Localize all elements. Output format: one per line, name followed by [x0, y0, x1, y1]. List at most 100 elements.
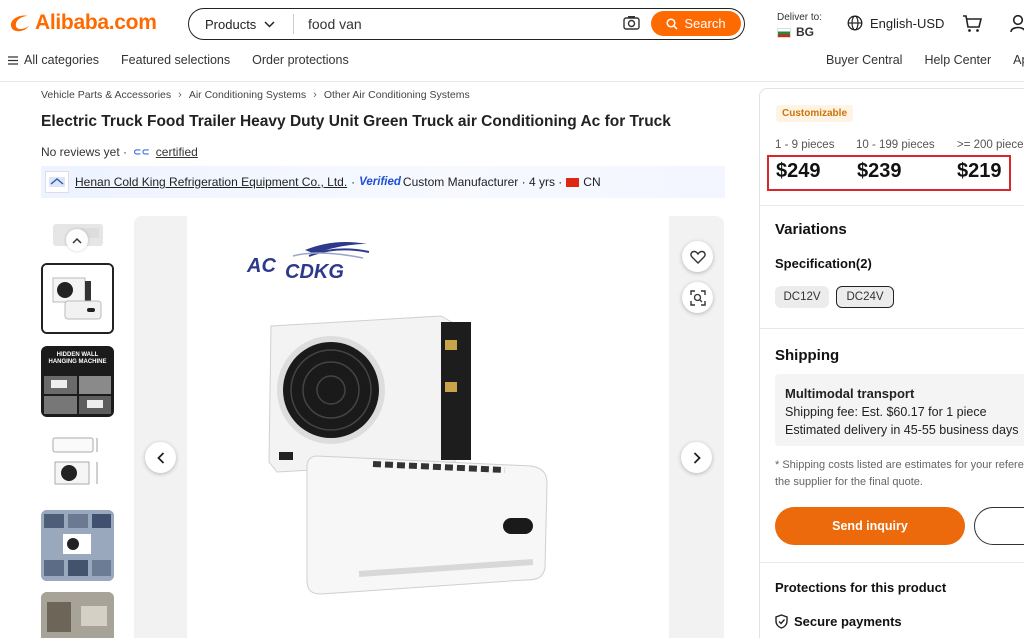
top-header: Alibaba.com Products Search Deliver to: …: [0, 0, 1024, 82]
supplier-name-link[interactable]: Henan Cold King Refrigeration Equipment …: [75, 175, 347, 189]
shipping-note-line: * Shipping costs listed are estimates fo…: [775, 459, 1024, 471]
thumbnail-image[interactable]: [41, 428, 114, 499]
divider: [760, 205, 1024, 206]
shipping-info-box[interactable]: Multimodal transport Shipping fee: Est. …: [775, 374, 1024, 446]
favorite-button[interactable]: [682, 241, 713, 272]
ac-dimensions-image: [52, 437, 98, 485]
previous-image-button[interactable]: [145, 442, 176, 473]
chevron-right-icon: [693, 451, 701, 464]
nav-label: Featured selections: [121, 53, 231, 67]
air-conditioner-image: [268, 315, 548, 595]
shipping-method: Multimodal transport: [785, 386, 915, 401]
search-button[interactable]: Search: [651, 11, 741, 36]
tier-price: $239: [857, 160, 902, 182]
shield-check-icon: [775, 614, 788, 629]
deliver-to[interactable]: Deliver to: BG: [777, 11, 822, 39]
breadcrumb-item[interactable]: Vehicle Parts & Accessories: [41, 89, 171, 101]
variations-title: Variations: [775, 221, 847, 238]
breadcrumb: Vehicle Parts & Accessories › Air Condit…: [41, 89, 470, 101]
user-account-icon[interactable]: [1010, 14, 1024, 33]
shipping-note: * Shipping costs listed are estimates fo…: [775, 457, 1024, 491]
customizable-badge: Customizable: [776, 105, 854, 122]
chat-now-button[interactable]: [974, 507, 1024, 545]
language-currency-selector[interactable]: English-USD: [847, 15, 944, 31]
supplier-type: Custom Manufacturer · 4 yrs ·: [402, 175, 563, 189]
nav-buyer-central[interactable]: Buyer Central: [826, 53, 902, 67]
nav-app[interactable]: App: [1013, 53, 1024, 67]
divider: [760, 562, 1024, 563]
brand-text-ac: AC: [246, 255, 276, 277]
nav-all-categories[interactable]: All categories: [8, 53, 99, 67]
shipping-title: Shipping: [775, 347, 840, 364]
camera-search-icon[interactable]: [623, 15, 640, 31]
shipping-note-line: the supplier for the final quote.: [775, 476, 923, 488]
deliver-country: BG: [796, 25, 814, 39]
main-image-canvas: AC CDKG: [187, 216, 669, 638]
alibaba-logo-icon: [10, 15, 29, 32]
supplier-separator: ·: [351, 175, 356, 189]
chevron-up-icon: [72, 237, 82, 244]
search-category-select[interactable]: Products: [189, 9, 293, 39]
product-title: Electric Truck Food Trailer Heavy Duty U…: [41, 113, 671, 130]
secure-payments-row[interactable]: Secure payments: [775, 614, 902, 629]
nav-featured-selections[interactable]: Featured selections: [121, 53, 230, 67]
thumbnail-strip: HIDDEN WALL HANGING MACHINE: [41, 216, 115, 638]
tier-quantity: 1 - 9 pieces: [775, 139, 835, 151]
search-icon: [666, 17, 678, 30]
chevron-down-icon: [264, 20, 275, 28]
image-search-button[interactable]: [682, 282, 713, 313]
breadcrumb-item[interactable]: Air Conditioning Systems: [189, 89, 306, 101]
nav-help-center[interactable]: Help Center: [924, 53, 991, 67]
nav-label: All categories: [24, 53, 100, 67]
tier-quantity: >= 200 pieces: [957, 139, 1024, 151]
review-summary: No reviews yet · ⊂⊂ certified: [41, 145, 198, 159]
main-product-image: AC CDKG: [134, 216, 724, 638]
language-label: English-USD: [870, 15, 945, 31]
tier-price: $249: [776, 160, 821, 182]
globe-icon: [847, 15, 863, 31]
cdkg-brand-logo: AC CDKG: [246, 242, 370, 283]
logo-text: Alibaba.com: [35, 11, 157, 34]
reviews-text: No reviews yet ·: [41, 145, 128, 159]
scan-icon: [689, 289, 706, 306]
search-input[interactable]: [308, 16, 608, 32]
brand-text-cdkg: CDKG: [285, 261, 344, 283]
divider: [760, 328, 1024, 329]
chevron-right-icon: ›: [313, 89, 317, 101]
workshop-image: [41, 592, 114, 638]
thumbnail-image[interactable]: [41, 592, 114, 638]
spec-option-dc12v[interactable]: DC12V: [775, 286, 829, 308]
certified-icon: ⊂⊂: [133, 146, 150, 158]
thumbnail-scroll-up-button[interactable]: [66, 229, 88, 251]
deliver-label: Deliver to:: [777, 12, 823, 23]
next-image-button[interactable]: [681, 442, 712, 473]
thumbnail-image[interactable]: HIDDEN WALL HANGING MACHINE: [41, 346, 114, 417]
protections-title: Protections for this product: [775, 580, 947, 595]
verified-badge[interactable]: Verified: [359, 176, 401, 188]
search-divider: [293, 14, 294, 34]
ac-unit-image: [43, 265, 112, 332]
send-inquiry-button[interactable]: Send inquiry: [775, 507, 965, 545]
chevron-right-icon: ›: [178, 89, 182, 101]
certified-link[interactable]: certified: [156, 145, 198, 159]
secure-payments-label: Secure payments: [794, 614, 902, 629]
header-links: Buyer Central Help Center App: [826, 53, 1024, 67]
nav-order-protections[interactable]: Order protections: [252, 53, 349, 67]
breadcrumb-item[interactable]: Other Air Conditioning Systems: [324, 89, 470, 101]
thumbnail-image[interactable]: [41, 510, 114, 581]
bulgaria-flag-icon: [777, 27, 791, 38]
specification-title: Specification(2): [775, 256, 872, 271]
chevron-left-icon: [156, 451, 164, 464]
supplier-bar: Henan Cold King Refrigeration Equipment …: [41, 166, 725, 198]
cart-icon[interactable]: [962, 14, 982, 33]
nav-label: Order protections: [252, 53, 349, 67]
spec-option-dc24v-selected[interactable]: DC24V: [836, 286, 894, 308]
tier-price: $219: [957, 160, 1002, 182]
search-button-label: Search: [684, 16, 726, 31]
shipping-fee: Shipping fee: Est. $60.17 for 1 piece: [785, 405, 987, 419]
tier-quantity: 10 - 199 pieces: [856, 139, 935, 151]
vehicle-collage-image: [41, 510, 114, 581]
alibaba-logo[interactable]: Alibaba.com: [8, 11, 157, 35]
search-bar: Products Search: [188, 8, 745, 40]
thumbnail-image-selected[interactable]: [41, 263, 114, 334]
